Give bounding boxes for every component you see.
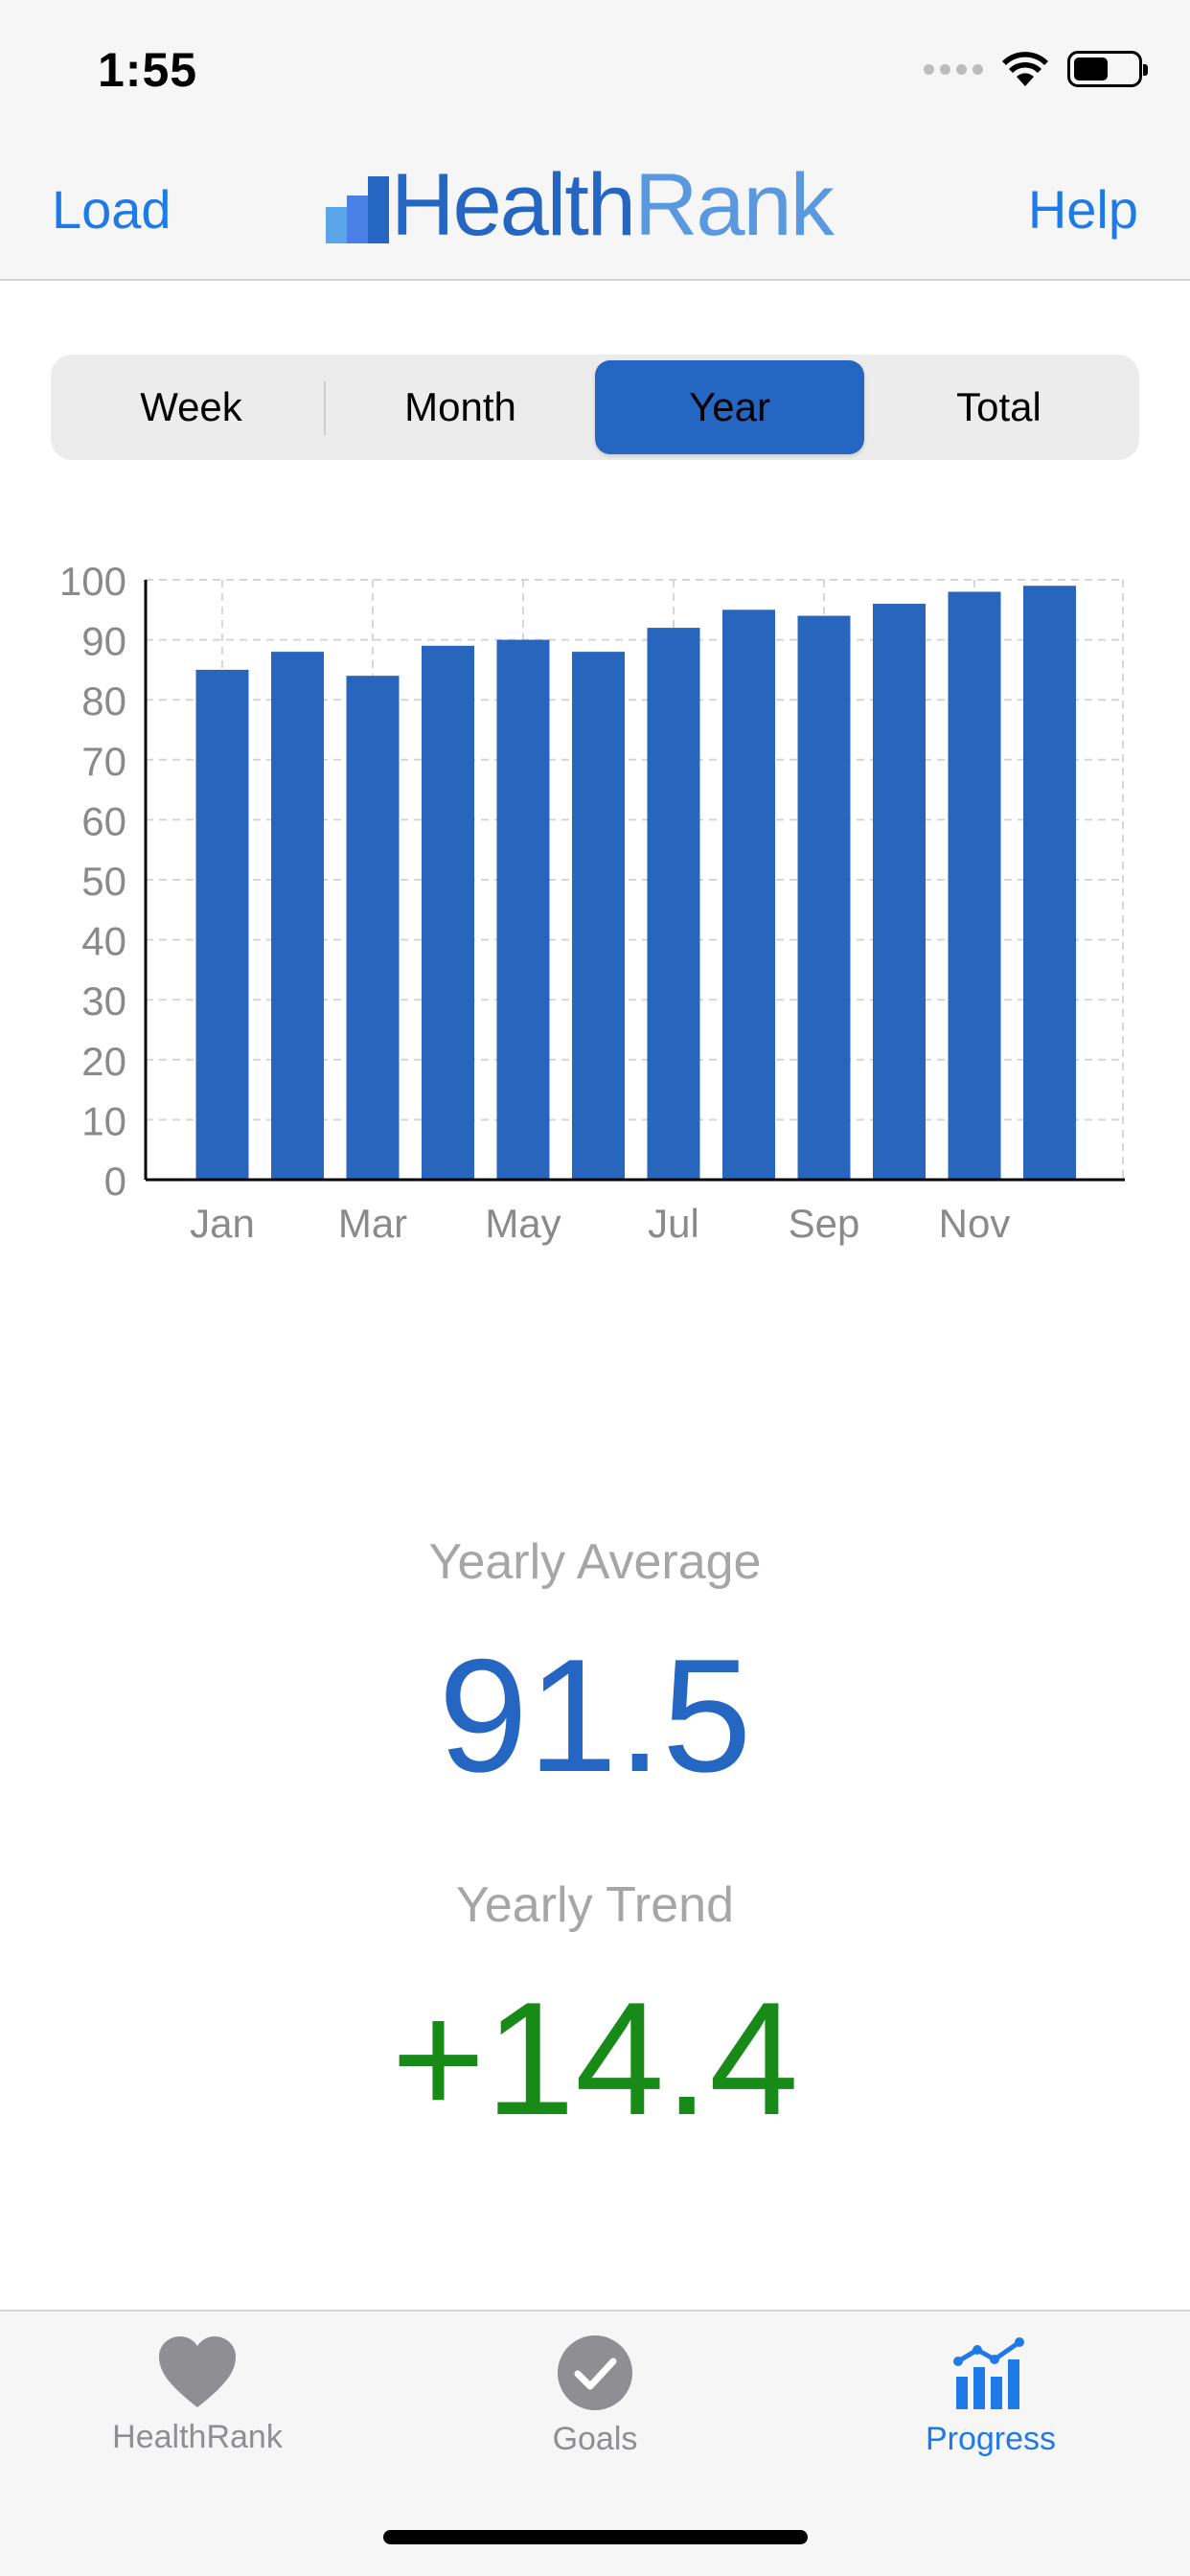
navigation-bar: Load HealthRank Help xyxy=(0,144,1190,281)
segment-week[interactable]: Week xyxy=(57,360,326,454)
x-tick-label: Sep xyxy=(789,1201,860,1246)
home-indicator xyxy=(383,2530,808,2544)
bar-mar xyxy=(346,676,400,1180)
x-tick-label: Nov xyxy=(939,1201,1011,1246)
load-button[interactable]: Load xyxy=(52,178,172,241)
bar-may xyxy=(496,639,550,1180)
bar-nov xyxy=(948,591,1001,1180)
segment-label: Year xyxy=(689,384,770,429)
y-tick-label: 0 xyxy=(104,1159,126,1204)
segment-total[interactable]: Total xyxy=(864,360,1133,454)
yearly-average-label: Yearly Average xyxy=(428,1534,762,1590)
heart-icon xyxy=(159,2336,236,2407)
tab-goals[interactable]: Goals xyxy=(451,2334,739,2458)
checkmark-circle-icon xyxy=(558,2335,632,2410)
bar-jan xyxy=(195,669,249,1180)
segment-month[interactable]: Month xyxy=(326,360,595,454)
y-tick-label: 20 xyxy=(81,1039,126,1084)
battery-icon xyxy=(1067,51,1148,87)
segment-label: Month xyxy=(404,384,516,429)
bar-jun xyxy=(572,652,625,1180)
y-tick-label: 30 xyxy=(81,978,126,1024)
yearly-trend-label: Yearly Trend xyxy=(455,1877,735,1933)
logo-text: HealthRank xyxy=(391,156,835,254)
tab-label: Progress xyxy=(925,2421,1057,2457)
y-tick-label: 80 xyxy=(81,678,126,724)
app-logo: HealthRank xyxy=(326,156,835,254)
yearly-bar-chart: 0 10 20 30 40 50 60 70 80 90 100 Jan Mar May Jul Sep Nov xyxy=(0,537,1190,1265)
x-tick-label: Mar xyxy=(338,1201,407,1246)
y-tick-label: 70 xyxy=(81,739,126,784)
y-tick-label: 90 xyxy=(81,619,126,664)
segment-year[interactable]: Year xyxy=(595,360,864,454)
bar-oct xyxy=(873,604,926,1180)
y-tick-label: 100 xyxy=(59,559,126,604)
status-time: 1:55 xyxy=(98,43,198,97)
tab-healthrank[interactable]: HealthRank xyxy=(54,2334,341,2456)
logo-bars-icon xyxy=(326,176,389,243)
y-tick-label: 10 xyxy=(81,1098,126,1143)
tab-label: HealthRank xyxy=(112,2419,283,2455)
yearly-average-value: 91.5 xyxy=(438,1625,752,1806)
y-tick-label: 60 xyxy=(81,798,126,843)
status-bar: 1:55 xyxy=(0,0,1190,144)
y-tick-label: 40 xyxy=(81,919,126,964)
chart-trend-icon xyxy=(953,2337,1024,2409)
help-button[interactable]: Help xyxy=(1028,178,1138,241)
bar-aug xyxy=(722,610,775,1180)
bar-apr xyxy=(422,645,474,1180)
segment-label: Week xyxy=(140,384,242,429)
x-tick-label: Jul xyxy=(648,1201,699,1246)
yearly-trend-value: +14.4 xyxy=(391,1968,799,2149)
bar-feb xyxy=(271,652,324,1180)
status-icons xyxy=(924,50,1148,88)
bar-sep xyxy=(797,615,851,1180)
x-tick-label: Jan xyxy=(190,1201,255,1246)
bar-jul xyxy=(647,628,700,1180)
wifi-icon xyxy=(1002,52,1048,86)
y-tick-label: 50 xyxy=(81,859,126,904)
chart-svg: 0 10 20 30 40 50 60 70 80 90 100 Jan Mar May Jul Sep Nov xyxy=(59,559,1125,1246)
tab-label: Goals xyxy=(552,2421,638,2457)
x-tick-label: May xyxy=(485,1201,561,1246)
segment-label: Total xyxy=(956,384,1041,429)
period-segmented-control: Week Month Year Total xyxy=(51,355,1139,460)
cellular-signal-icon xyxy=(924,63,983,75)
tab-progress[interactable]: Progress xyxy=(847,2334,1134,2458)
bar-dec xyxy=(1023,586,1076,1180)
